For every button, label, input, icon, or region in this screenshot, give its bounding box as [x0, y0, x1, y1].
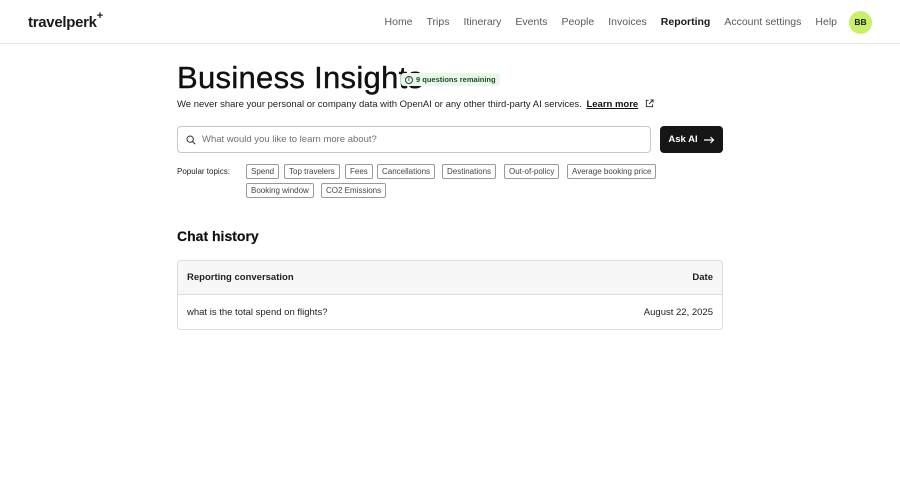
ask-search-box[interactable] [177, 126, 651, 153]
topic-cancellations[interactable]: Cancellations [377, 164, 436, 179]
conversation-date: August 22, 2025 [643, 306, 713, 318]
questions-remaining-badge: i 9 questions remaining [401, 73, 500, 86]
nav-invoices[interactable]: Invoices [608, 16, 647, 28]
topic-destinations[interactable]: Destinations [442, 164, 497, 179]
search-icon [186, 135, 196, 145]
table-row[interactable]: what is the total spend on flights? Augu… [178, 295, 722, 329]
page-title: Business Insights [177, 60, 424, 95]
logo-plus-mark: + [96, 10, 103, 22]
topic-fees[interactable]: Fees [345, 164, 373, 179]
column-header-date: Date [692, 272, 713, 283]
conversation-title: what is the total spend on flights? [187, 306, 328, 318]
column-header-conversation: Reporting conversation [187, 272, 294, 283]
info-icon: i [405, 75, 413, 84]
popular-topics-label: Popular topics: [177, 167, 230, 176]
nav-help[interactable]: Help [815, 16, 837, 28]
topic-top-travelers[interactable]: Top travelers [284, 164, 340, 179]
disclaimer-text: We never share your personal or company … [177, 99, 582, 110]
question-input[interactable] [202, 134, 642, 145]
chat-history-heading: Chat history [177, 228, 259, 244]
topic-co2-emissions[interactable]: CO2 Emissions [321, 183, 387, 198]
ask-ai-button[interactable]: Ask AI [660, 126, 723, 153]
external-link-icon[interactable] [645, 99, 654, 108]
topic-out-of-policy[interactable]: Out-of-policy [504, 164, 560, 179]
user-avatar[interactable]: BB [849, 10, 872, 34]
learn-more-link[interactable]: Learn more [586, 99, 638, 110]
ask-ai-label: Ask AI [668, 134, 698, 145]
nav-events[interactable]: Events [515, 16, 547, 28]
nav-itinerary[interactable]: Itinerary [463, 16, 501, 28]
main-nav: Home Trips Itinerary Events People Invoi… [371, 10, 872, 34]
logo-text: travelperk [28, 14, 97, 31]
travelperk-logo[interactable]: travelperk+ [28, 10, 103, 31]
nav-account-settings[interactable]: Account settings [724, 16, 801, 28]
table-header: Reporting conversation Date [178, 261, 722, 295]
topic-booking-window[interactable]: Booking window [246, 183, 314, 198]
top-navigation-bar: travelperk+ Home Trips Itinerary Events … [0, 0, 900, 44]
topic-spend[interactable]: Spend [246, 164, 280, 179]
topic-average-booking-price[interactable]: Average booking price [567, 164, 657, 179]
privacy-disclaimer: We never share your personal or company … [177, 99, 654, 110]
nav-reporting[interactable]: Reporting [661, 16, 711, 28]
arrow-right-icon [703, 136, 714, 143]
nav-trips[interactable]: Trips [427, 16, 450, 28]
nav-people[interactable]: People [562, 16, 595, 28]
nav-home[interactable]: Home [385, 16, 413, 28]
chat-history-table: Reporting conversation Date what is the … [177, 260, 723, 330]
questions-remaining-text: 9 questions remaining [416, 75, 496, 84]
